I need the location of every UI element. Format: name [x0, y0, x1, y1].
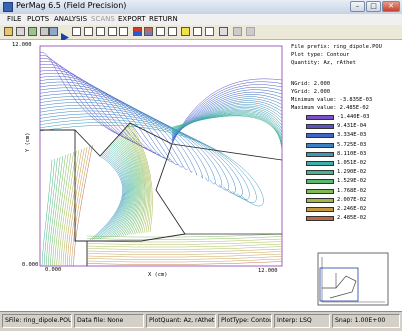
- zoom-icon[interactable]: [72, 27, 81, 36]
- status-plot-type: PlotType: Contour: [218, 314, 272, 328]
- filled-contour-icon[interactable]: [144, 27, 153, 36]
- legend-swatch: [306, 188, 334, 194]
- contour-line: [171, 94, 283, 140]
- contour-line: [39, 52, 130, 140]
- contour-icon[interactable]: [133, 27, 142, 36]
- contour-line: [39, 102, 210, 182]
- menu-plots[interactable]: PLOTS: [27, 15, 49, 23]
- legend-swatch: [306, 124, 334, 130]
- plot-area[interactable]: 12.000 0.000 0.000 12.000 X (cm) Y (cm) …: [0, 40, 402, 311]
- contour-line: [52, 154, 66, 267]
- y-axis-label: Y (cm): [25, 132, 31, 152]
- vector-icon[interactable]: [193, 27, 202, 36]
- legend-label: -1.440E-03: [337, 114, 370, 120]
- minimap: [317, 252, 389, 306]
- quantity: Quantity: Az, rAthet: [291, 60, 356, 66]
- plot-options-icon[interactable]: [40, 27, 49, 36]
- contour-line: [171, 108, 283, 134]
- legend-label: 2.246E-02: [337, 206, 367, 212]
- legend-label: 5.725E-03: [337, 141, 367, 148]
- menu-return[interactable]: RETURN: [149, 15, 178, 23]
- status-snap: Snap: 1.00E+00: [332, 314, 400, 328]
- legend-label: 3.334E-03: [337, 132, 367, 139]
- calculator-icon[interactable]: [49, 27, 58, 36]
- reset-icon[interactable]: [205, 27, 214, 36]
- legend-label: 1.051E-02: [337, 160, 367, 166]
- legend-swatch: [306, 170, 334, 176]
- run-icon[interactable]: [60, 27, 69, 42]
- disabled-icon: [246, 27, 255, 36]
- legend-swatch: [306, 115, 334, 120]
- legend-label: 2.007E-02: [337, 196, 367, 203]
- contour-line: [48, 156, 61, 267]
- refresh-icon[interactable]: [28, 27, 37, 36]
- legend-swatch: [306, 161, 334, 166]
- print-icon[interactable]: [16, 27, 25, 36]
- contour-line: [96, 152, 126, 240]
- y-max-label: 12.000: [12, 42, 32, 48]
- title-bar: PerMag 6.5 (Field Precision) – □ ✕: [0, 0, 402, 15]
- x-max-label: 12.000: [258, 268, 278, 274]
- contour-line: [171, 103, 283, 136]
- legend-label: 2.485E-02: [337, 215, 367, 222]
- erase-icon[interactable]: [233, 27, 242, 36]
- scan-line-icon[interactable]: [181, 27, 190, 36]
- legend-swatch: [306, 142, 334, 148]
- plot-type: Plot type: Contour: [291, 52, 350, 58]
- legend-swatch: [306, 197, 334, 203]
- status-plot-quant: PlotQuant: Az, rAthet: [146, 314, 216, 328]
- file-prefix: File prefix: ring_dipole.POU: [291, 44, 382, 50]
- mesh-icon[interactable]: [119, 27, 128, 36]
- close-button[interactable]: ✕: [382, 1, 400, 12]
- element-plot-icon[interactable]: [156, 27, 165, 36]
- legend-swatch: [306, 216, 334, 222]
- region-icon[interactable]: [168, 27, 177, 36]
- menu-file[interactable]: FILE: [7, 15, 21, 23]
- maximum-value: Maximum value: 2.485E-02: [291, 105, 369, 111]
- x-min-label: 0.000: [45, 267, 62, 273]
- minimum-value: Minimum value: -3.835E-03: [291, 97, 373, 103]
- status-sfile: SFile: ring_dipole.POU: [2, 314, 72, 328]
- legend-label: 9.431E-04: [337, 123, 367, 130]
- minimize-button[interactable]: –: [350, 1, 365, 12]
- select-icon[interactable]: [219, 27, 228, 36]
- maximize-button[interactable]: □: [366, 1, 381, 12]
- menu-scans[interactable]: SCANS: [91, 15, 115, 23]
- zoom-in-icon[interactable]: [84, 27, 93, 36]
- menu-analysis[interactable]: ANALYSIS: [54, 15, 87, 23]
- ngrid: NGrid: 2.000: [291, 81, 330, 87]
- status-interp: Interp: LSQ: [274, 314, 330, 328]
- menu-export[interactable]: EXPORT: [118, 15, 146, 23]
- legend-swatch: [306, 207, 334, 212]
- status-data-file: Data file: None: [74, 314, 144, 328]
- legend-swatch: [306, 151, 334, 157]
- toolbar: [0, 25, 402, 42]
- grid-icon[interactable]: [108, 27, 117, 36]
- legend-label: 1.290E-02: [337, 169, 367, 176]
- ygrid: YGrid: 2.000: [291, 89, 330, 95]
- x-axis-label: X (cm): [148, 272, 168, 278]
- menu-bar: FILE PLOTS ANALYSIS SCANS EXPORT RETURN: [0, 14, 402, 25]
- zoom-out-icon[interactable]: [96, 27, 105, 36]
- app-icon: [3, 2, 13, 12]
- open-folder-icon[interactable]: [4, 27, 13, 36]
- legend-label: 1.529E-02: [337, 178, 367, 185]
- contour-line: [39, 125, 264, 207]
- window-title: PerMag 6.5 (Field Precision): [16, 1, 127, 10]
- y-min-label: 0.000: [22, 262, 39, 268]
- legend-swatch: [306, 179, 334, 185]
- legend-swatch: [306, 133, 334, 139]
- contour-line: [50, 155, 64, 267]
- contour-line: [39, 87, 184, 168]
- status-bar: SFile: ring_dipole.POU Data file: None P…: [0, 311, 402, 331]
- contour-line: [41, 159, 53, 267]
- legend-label: 8.110E-03: [337, 150, 367, 157]
- legend-label: 1.768E-02: [337, 187, 367, 194]
